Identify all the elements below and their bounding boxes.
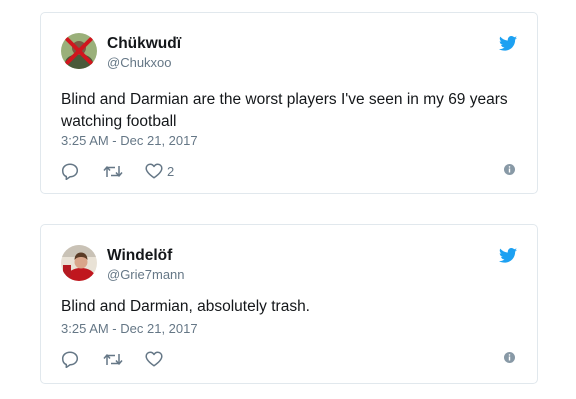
tweet-actions bbox=[61, 349, 167, 369]
like-count: 2 bbox=[167, 163, 175, 179]
tweet-card[interactable]: Windelöf @Grie7mann Blind and Darmian, a… bbox=[40, 224, 538, 384]
avatar[interactable] bbox=[61, 245, 97, 281]
retweet-icon bbox=[103, 353, 123, 365]
retweet-button[interactable] bbox=[103, 164, 145, 179]
reply-button[interactable] bbox=[61, 162, 103, 180]
tweet-timestamp[interactable]: 3:25 AM - Dec 21, 2017 bbox=[61, 133, 198, 148]
info-icon[interactable] bbox=[504, 352, 515, 363]
tweet-timestamp[interactable]: 3:25 AM - Dec 21, 2017 bbox=[61, 321, 198, 336]
tweet-actions: 2 bbox=[61, 161, 174, 181]
display-name[interactable]: Windelöf bbox=[107, 247, 172, 265]
tweet-card[interactable]: Chükwudï @Chukxoo Blind and Darmian are … bbox=[40, 12, 538, 194]
heart-icon bbox=[145, 163, 163, 179]
tweet-text: Blind and Darmian, absolutely trash. bbox=[61, 298, 310, 315]
avatar[interactable] bbox=[61, 33, 97, 69]
reply-button[interactable] bbox=[61, 350, 103, 368]
user-handle[interactable]: @Chukxoo bbox=[107, 55, 172, 70]
like-button[interactable] bbox=[145, 351, 167, 367]
heart-icon bbox=[145, 351, 163, 367]
tweet-text: Blind and Darmian are the worst players … bbox=[61, 91, 508, 130]
info-icon[interactable] bbox=[504, 164, 515, 175]
like-button[interactable]: 2 bbox=[145, 163, 174, 179]
retweet-icon bbox=[103, 165, 123, 177]
user-handle[interactable]: @Grie7mann bbox=[107, 267, 185, 282]
display-name[interactable]: Chükwudï bbox=[107, 35, 181, 53]
reply-icon bbox=[61, 350, 79, 368]
twitter-bird-icon[interactable] bbox=[499, 36, 517, 51]
twitter-bird-icon[interactable] bbox=[499, 248, 517, 263]
reply-icon bbox=[61, 162, 79, 180]
retweet-button[interactable] bbox=[103, 352, 145, 367]
